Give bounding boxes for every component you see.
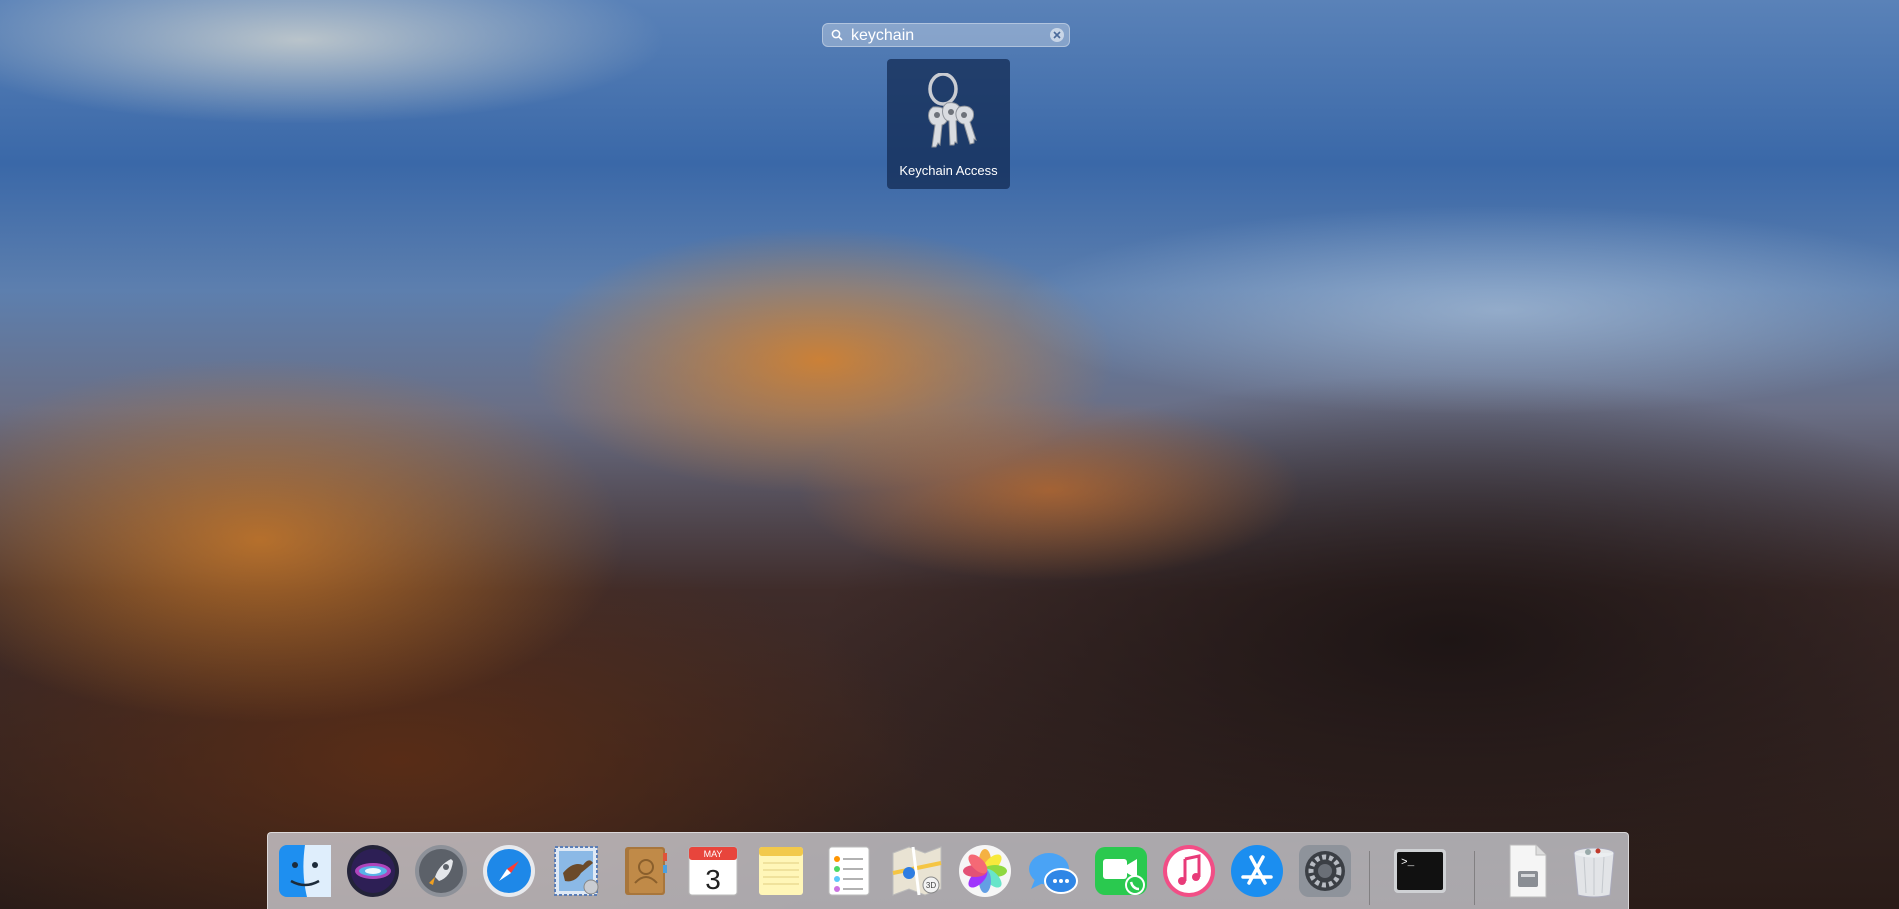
facetime-icon [1095, 847, 1147, 895]
desktop-wallpaper: Keychain Access [0, 0, 1899, 909]
clear-search-icon[interactable] [1049, 27, 1065, 43]
itunes-icon [1163, 845, 1215, 897]
dock-item-finder[interactable] [277, 843, 333, 899]
dock-item-mail[interactable] [549, 843, 605, 899]
dock-item-terminal[interactable]: >_ [1392, 843, 1448, 899]
siri-icon [347, 845, 399, 897]
dock-item-maps[interactable]: 3D [889, 843, 945, 899]
app-store-icon [1231, 845, 1283, 897]
maps-icon: 3D [892, 846, 942, 896]
dock-item-notes[interactable] [753, 843, 809, 899]
system-preferences-icon [1299, 845, 1351, 897]
calendar-day: 3 [705, 864, 721, 895]
dock-item-facetime[interactable] [1093, 843, 1149, 899]
dock-item-trash[interactable] [1566, 843, 1622, 899]
dock-item-app-store[interactable] [1229, 843, 1285, 899]
terminal-icon: >_ [1394, 849, 1446, 893]
photos-icon [959, 845, 1011, 897]
notes-icon [759, 847, 803, 895]
dock-item-photos[interactable] [957, 843, 1013, 899]
dock-item-reminders[interactable] [821, 843, 877, 899]
search-icon [831, 29, 843, 41]
dock-item-itunes[interactable] [1161, 843, 1217, 899]
dock-item-safari[interactable] [481, 843, 537, 899]
dock-divider [1474, 851, 1475, 905]
search-result-keychain-access[interactable]: Keychain Access [887, 59, 1010, 189]
finder-icon [279, 845, 331, 897]
launchpad-search-bar[interactable] [822, 23, 1070, 47]
dock: MAY 3 3D >_ [267, 832, 1629, 909]
dock-item-siri[interactable] [345, 843, 401, 899]
mail-icon [554, 846, 599, 896]
keychain-access-icon [928, 73, 977, 148]
dock-item-contacts[interactable] [617, 843, 673, 899]
calendar-icon: MAY 3 [688, 846, 738, 896]
search-result-label: Keychain Access [899, 163, 998, 178]
terminal-prompt: >_ [1401, 857, 1415, 869]
calendar-month: MAY [704, 849, 723, 859]
reminders-icon [828, 846, 870, 896]
contacts-icon [625, 847, 667, 895]
dock-item-messages[interactable] [1025, 843, 1081, 899]
messages-icon [1029, 853, 1078, 894]
document-icon [1509, 844, 1547, 898]
dock-divider [1369, 851, 1370, 905]
trash-icon [1573, 847, 1615, 898]
dock-item-launchpad[interactable] [413, 843, 469, 899]
launchpad-icon [415, 845, 467, 897]
dock-item-system-preferences[interactable] [1297, 843, 1353, 899]
dock-item-document[interactable] [1498, 843, 1554, 899]
maps-3d-badge: 3D [926, 881, 936, 890]
dock-item-calendar[interactable]: MAY 3 [685, 843, 741, 899]
search-input[interactable] [849, 25, 1043, 47]
safari-icon [483, 845, 535, 897]
